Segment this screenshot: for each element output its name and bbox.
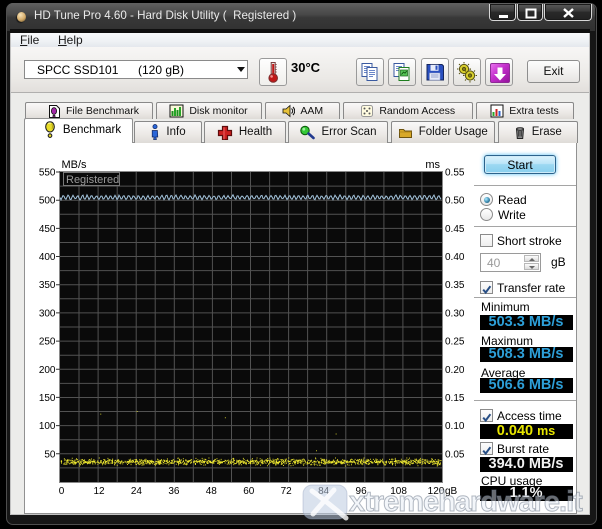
- svg-text:250: 250: [39, 337, 56, 348]
- svg-text:48: 48: [206, 486, 218, 497]
- svg-text:0.20: 0.20: [445, 365, 465, 376]
- svg-text:350: 350: [39, 280, 56, 291]
- svg-text:Registered: Registered: [66, 174, 119, 186]
- svg-text:0.40: 0.40: [445, 252, 465, 263]
- svg-text:ms: ms: [425, 159, 440, 171]
- svg-text:0.25: 0.25: [445, 337, 465, 348]
- svg-text:60: 60: [243, 486, 255, 497]
- svg-text:0: 0: [59, 486, 65, 497]
- svg-text:0.45: 0.45: [445, 224, 465, 235]
- svg-text:0.10: 0.10: [445, 421, 465, 432]
- svg-text:12: 12: [93, 486, 105, 497]
- svg-text:0.05: 0.05: [445, 449, 465, 460]
- svg-text:0.35: 0.35: [445, 280, 465, 291]
- svg-text:50: 50: [44, 449, 56, 460]
- svg-text:72: 72: [281, 486, 293, 497]
- svg-text:0.15: 0.15: [445, 393, 465, 404]
- svg-text:200: 200: [39, 365, 56, 376]
- svg-text:xtremehardware.it: xtremehardware.it: [349, 486, 583, 518]
- svg-text:450: 450: [39, 224, 56, 235]
- svg-text:300: 300: [39, 308, 56, 319]
- svg-text:550: 550: [39, 168, 56, 179]
- svg-text:100: 100: [39, 421, 56, 432]
- svg-text:MB/s: MB/s: [62, 159, 88, 171]
- svg-text:0.55: 0.55: [445, 168, 465, 179]
- svg-text:24: 24: [131, 486, 143, 497]
- svg-text:400: 400: [39, 252, 56, 263]
- svg-text:0.30: 0.30: [445, 308, 465, 319]
- svg-text:150: 150: [39, 393, 56, 404]
- svg-text:0.50: 0.50: [445, 196, 465, 207]
- svg-text:36: 36: [168, 486, 180, 497]
- svg-text:500: 500: [39, 196, 56, 207]
